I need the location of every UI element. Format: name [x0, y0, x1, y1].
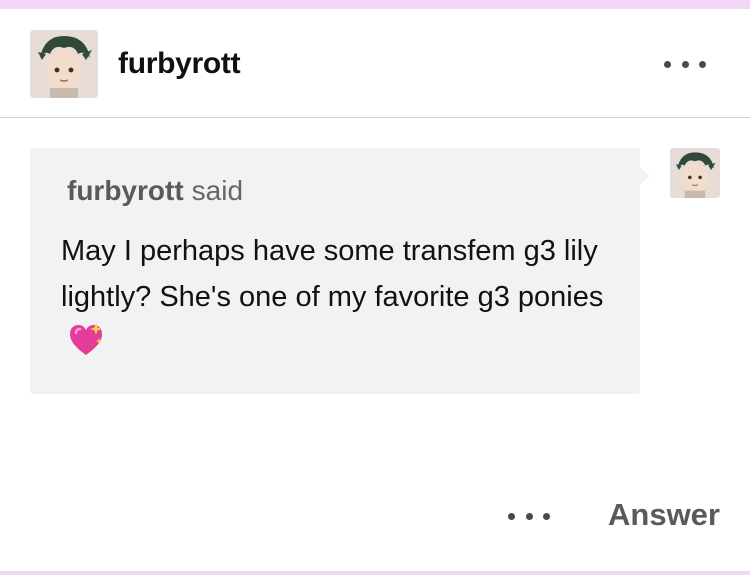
dot [664, 60, 671, 68]
bottom-accent-bar [0, 571, 750, 575]
asker-line: furbyrott said [67, 175, 243, 207]
dot [681, 60, 689, 68]
dot [699, 60, 706, 68]
said-label: said [191, 175, 244, 206]
more-options-icon[interactable] [664, 53, 706, 75]
dot [543, 512, 550, 520]
dot [508, 512, 515, 520]
avatar-image [30, 30, 98, 98]
avatar-image [670, 148, 720, 198]
answerer-avatar[interactable] [670, 148, 720, 198]
footer-more-options-icon[interactable] [508, 505, 550, 527]
question-text: May I perhaps have some transfem g3 lily… [61, 228, 621, 366]
bubble-tail [640, 167, 650, 185]
dot [525, 512, 533, 520]
question-body: May I perhaps have some transfem g3 lily… [61, 235, 604, 313]
blog-name-link[interactable]: furbyrott [118, 47, 241, 81]
post-header: furbyrott [0, 9, 750, 118]
asker-name-link[interactable]: furbyrott [67, 175, 184, 206]
blog-avatar[interactable] [30, 30, 98, 98]
ask-bubble: furbyrott said May I perhaps have some tr… [30, 148, 640, 394]
sparkling-heart-icon [67, 321, 105, 359]
top-accent-bar [0, 0, 750, 9]
answer-button[interactable]: Answer [608, 497, 720, 533]
